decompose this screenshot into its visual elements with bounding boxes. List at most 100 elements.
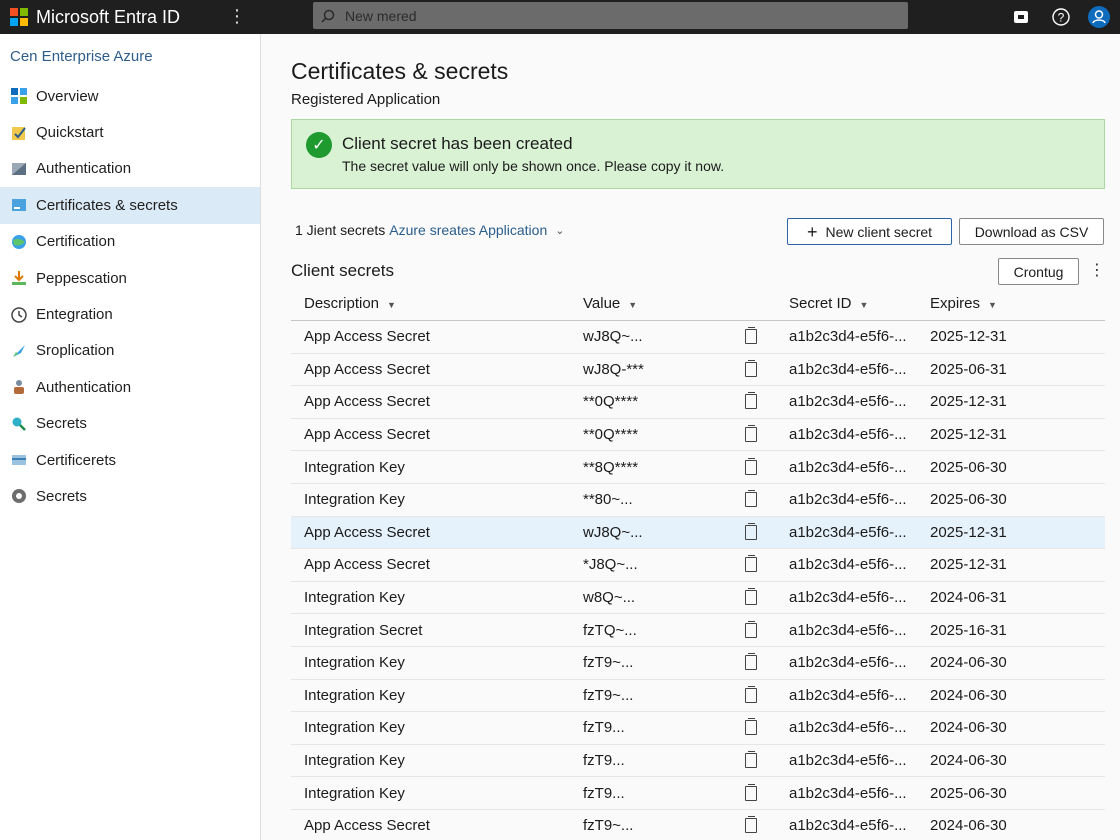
copy-icon[interactable] bbox=[745, 620, 757, 638]
table-row[interactable]: App Access Secret *J8Q~... a1b2c3d4-e5f6-.… bbox=[291, 549, 1105, 582]
secret-id: a1b2c3d4-e5f6-... bbox=[789, 686, 907, 704]
secret-value: **80~... bbox=[583, 491, 633, 509]
secret-description: Integration Key bbox=[304, 589, 405, 607]
copy-icon[interactable] bbox=[745, 783, 757, 801]
secret-expires: 2025-06-30 bbox=[930, 458, 1007, 476]
sidebar-item-peppescation[interactable]: Peppescation bbox=[0, 260, 260, 296]
secret-value: fzTQ~... bbox=[583, 621, 637, 639]
secret-value: *J8Q~... bbox=[583, 556, 638, 574]
table-row[interactable]: App Access Secret wJ8Q-*** a1b2c3d4-e5f6-.… bbox=[291, 354, 1105, 387]
help-icon[interactable]: ? bbox=[1050, 6, 1072, 28]
secret-value: fzT9~... bbox=[583, 654, 634, 672]
column-header-expires[interactable]: Expires ▼ bbox=[930, 295, 1100, 312]
secret-description: App Access Secret bbox=[304, 556, 430, 574]
check-icon: ✓ bbox=[306, 132, 332, 158]
copy-icon[interactable] bbox=[745, 522, 757, 540]
table-row[interactable]: App Access Secret fzT9~... a1b2c3d4-e5f6-.… bbox=[291, 810, 1105, 840]
chevron-down-icon[interactable]: ⌄ bbox=[555, 224, 564, 237]
banner-text: The secret value will only be shown once… bbox=[342, 158, 725, 174]
secret-description: App Access Secret bbox=[304, 360, 430, 378]
search-box[interactable] bbox=[313, 2, 908, 29]
sidebar-item-label: Certificates & secrets bbox=[36, 196, 178, 214]
secret-expires: 2025-06-30 bbox=[930, 491, 1007, 509]
secret-description: Integration Key bbox=[304, 752, 405, 770]
table-row[interactable]: App Access Secret wJ8Q~... a1b2c3d4-e5f6-.… bbox=[291, 321, 1105, 354]
sidebar-item-secrets[interactable]: Secrets bbox=[0, 406, 260, 442]
key-icon bbox=[10, 415, 28, 433]
table-row[interactable]: App Access Secret **0Q**** a1b2c3d4-e5f6-.… bbox=[291, 386, 1105, 419]
copy-icon[interactable] bbox=[745, 490, 757, 508]
copy-icon[interactable] bbox=[745, 327, 757, 345]
sidebar-item-certificates-secrets[interactable]: Certificates & secrets bbox=[0, 187, 260, 224]
sidebar-item-certificerets[interactable]: Certificerets bbox=[0, 442, 260, 478]
copy-icon[interactable] bbox=[745, 816, 757, 834]
table-row[interactable]: Integration Secret fzTQ~... a1b2c3d4-e5f6-… bbox=[291, 614, 1105, 647]
secret-id: a1b2c3d4-e5f6-... bbox=[789, 458, 907, 476]
copy-icon[interactable] bbox=[745, 425, 757, 443]
table-row[interactable]: Integration Key **80~... a1b2c3d4-e5f6-...… bbox=[291, 484, 1105, 517]
feedback-icon[interactable] bbox=[1010, 6, 1032, 28]
secret-expires: 2024-06-30 bbox=[930, 752, 1007, 770]
secret-id: a1b2c3d4-e5f6-... bbox=[789, 719, 907, 737]
new-client-secret-button[interactable]: + New client secret bbox=[787, 218, 952, 245]
secret-expires: 2025-12-31 bbox=[930, 523, 1007, 541]
table-row[interactable]: App Access Secret **0Q**** a1b2c3d4-e5f6-.… bbox=[291, 419, 1105, 452]
copy-icon[interactable] bbox=[745, 685, 757, 703]
application-filter-link[interactable]: Azure sreates Application bbox=[389, 222, 547, 238]
sidebar-item-secrets-2[interactable]: Secrets bbox=[0, 478, 260, 514]
secret-value: **8Q**** bbox=[583, 458, 639, 476]
column-header-secret-id[interactable]: Secret ID ▼ bbox=[789, 295, 930, 312]
sort-icon: ▼ bbox=[387, 300, 396, 310]
secret-expires: 2025-12-31 bbox=[930, 328, 1007, 346]
tenant-name[interactable]: Cen Enterprise Azure bbox=[10, 48, 153, 65]
sidebar-item-overview[interactable]: Overview bbox=[0, 78, 260, 114]
table-row[interactable]: App Access Secret wJ8Q~... a1b2c3d4-e5f6-.… bbox=[291, 516, 1105, 550]
more-vertical-icon[interactable]: ⋮ bbox=[1089, 260, 1105, 280]
top-bar: Microsoft Entra ID ⋮ ? bbox=[0, 0, 1120, 34]
copy-icon[interactable] bbox=[745, 588, 757, 606]
configure-label: Crontug bbox=[1013, 263, 1064, 280]
secret-description: Integration Key bbox=[304, 491, 405, 509]
table-row[interactable]: Integration Key **8Q**** a1b2c3d4-e5f6-...… bbox=[291, 451, 1105, 484]
table-row[interactable]: Integration Key fzT9~... a1b2c3d4-e5f6-...… bbox=[291, 680, 1105, 713]
secret-value: fzT9~... bbox=[583, 817, 634, 835]
table-row[interactable]: Integration Key fzT9... a1b2c3d4-e5f6-... 2… bbox=[291, 777, 1105, 810]
search-input[interactable] bbox=[345, 7, 845, 24]
account-avatar-icon[interactable] bbox=[1088, 6, 1110, 28]
more-options-icon[interactable]: ⋮ bbox=[228, 6, 246, 26]
users-icon bbox=[10, 378, 28, 396]
copy-icon[interactable] bbox=[745, 392, 757, 410]
sidebar-item-sroplication[interactable]: Sroplication bbox=[0, 333, 260, 369]
download-csv-button[interactable]: Download as CSV bbox=[959, 218, 1104, 245]
copy-icon[interactable] bbox=[745, 653, 757, 671]
configure-button[interactable]: Crontug bbox=[998, 258, 1079, 285]
brand[interactable]: Microsoft Entra ID bbox=[10, 0, 180, 34]
sidebar-item-label: Authentication bbox=[36, 378, 132, 396]
sidebar-nav: Overview Quickstart Authentication Certi… bbox=[0, 78, 260, 515]
copy-icon[interactable] bbox=[745, 359, 757, 377]
copy-icon[interactable] bbox=[745, 457, 757, 475]
column-header-value[interactable]: Value ▼ bbox=[571, 295, 733, 312]
sidebar-item-label: Overview bbox=[36, 87, 99, 105]
sidebar-item-quickstart[interactable]: Quickstart bbox=[0, 114, 260, 150]
secret-value: fzT9... bbox=[583, 784, 625, 802]
sidebar-item-authentication[interactable]: Authentication bbox=[0, 151, 260, 187]
column-header-description[interactable]: Description ▼ bbox=[291, 295, 571, 312]
copy-icon[interactable] bbox=[745, 718, 757, 736]
copy-icon[interactable] bbox=[745, 751, 757, 769]
secret-description: Integration Key bbox=[304, 784, 405, 802]
copy-icon[interactable] bbox=[745, 555, 757, 573]
table-row[interactable]: Integration Key fzT9... a1b2c3d4-e5f6-... 2… bbox=[291, 712, 1105, 745]
table-row[interactable]: Integration Key fzT9~... a1b2c3d4-e5f6-...… bbox=[291, 647, 1105, 680]
main-content: Certificates & secrets Registered Applic… bbox=[262, 34, 1120, 840]
sidebar-item-entegration[interactable]: Entegration bbox=[0, 296, 260, 332]
new-client-secret-label: New client secret bbox=[825, 223, 933, 240]
secret-value: w8Q~... bbox=[583, 589, 636, 607]
section-title: Client secrets bbox=[291, 261, 394, 280]
sidebar-item-authentication-2[interactable]: Authentication bbox=[0, 369, 260, 405]
sidebar-item-certification[interactable]: Certification bbox=[0, 224, 260, 260]
secret-value: wJ8Q~... bbox=[583, 523, 643, 541]
card-icon bbox=[10, 451, 28, 469]
table-row[interactable]: Integration Key fzT9... a1b2c3d4-e5f6-... 2… bbox=[291, 745, 1105, 778]
table-row[interactable]: Integration Key w8Q~... a1b2c3d4-e5f6-... 2… bbox=[291, 582, 1105, 615]
